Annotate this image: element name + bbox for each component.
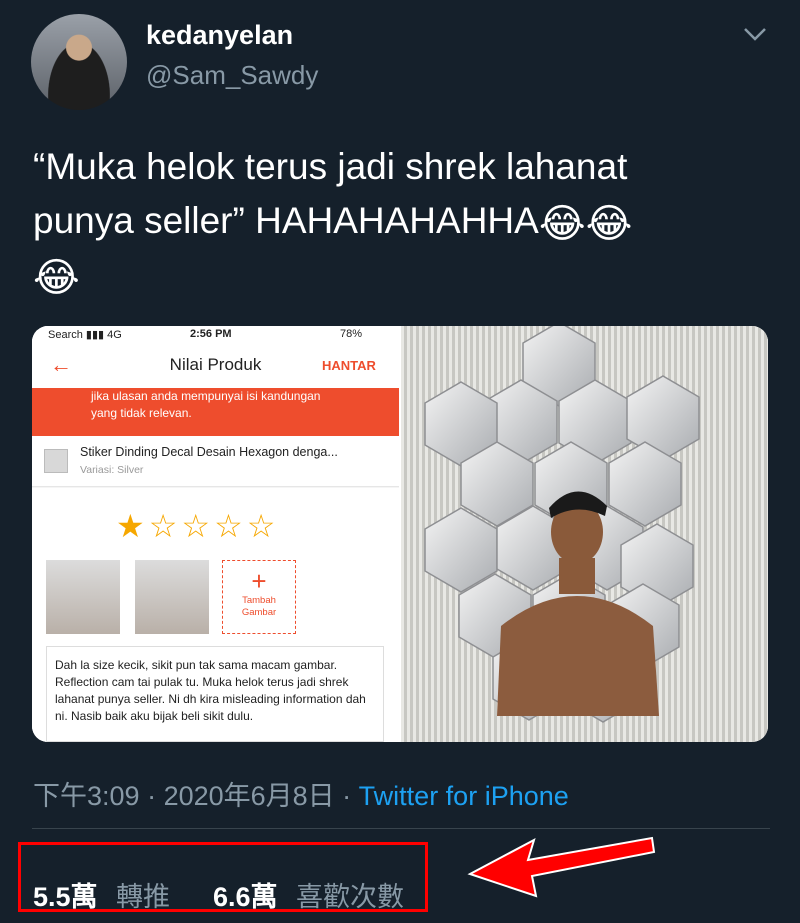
star-rating: ★☆☆☆☆	[116, 508, 279, 544]
retweets-count[interactable]: 5.5萬	[33, 875, 98, 914]
review-screenshot[interactable]: Search ▮▮▮ 4G 2:56 PM 78% ← Nilai Produk…	[32, 326, 399, 742]
tweet-time[interactable]: 下午3:09	[33, 781, 140, 811]
rating-section: ★☆☆☆☆ + Tambah Gambar Dah la size kecik,…	[32, 488, 399, 742]
avatar[interactable]	[31, 14, 127, 110]
tweet-media[interactable]: Search ▮▮▮ 4G 2:56 PM 78% ← Nilai Produk…	[32, 326, 768, 742]
product-name: Stiker Dinding Decal Desain Hexagon deng…	[80, 445, 338, 459]
warning-banner: jika ulasan anda mempunyai isi kandungan…	[32, 388, 399, 436]
product-thumbnail	[44, 449, 68, 473]
star-filled-icon: ★	[116, 508, 149, 544]
author-display-name[interactable]: kedanyelan	[146, 20, 293, 51]
author-handle[interactable]: @Sam_Sawdy	[146, 60, 318, 91]
status-time: 2:56 PM	[190, 328, 232, 340]
product-row: Stiker Dinding Decal Desain Hexagon deng…	[32, 436, 399, 487]
likes-label[interactable]: 喜歡次數	[296, 875, 404, 914]
tweet-meta: 下午3:09 · 2020年6月8日 · Twitter for iPhone	[33, 774, 569, 813]
add-photo-line-2: Gambar	[241, 607, 277, 618]
status-battery: 78%	[340, 328, 363, 340]
likes-count[interactable]: 6.6萬	[213, 875, 278, 914]
mirror-photo[interactable]	[401, 326, 768, 742]
review-photo	[135, 560, 209, 634]
status-carrier: Search ▮▮▮ 4G	[48, 329, 122, 341]
banner-line-1: jika ulasan anda mempunyai isi kandungan	[91, 389, 321, 403]
chevron-down-icon[interactable]	[742, 24, 768, 44]
hexagon-mirrors	[424, 326, 700, 723]
tweet-date[interactable]: 2020年6月8日	[164, 781, 335, 811]
meta-separator: ·	[334, 781, 359, 811]
tweet-text: “Muka helok terus jadi shrek lahanat pun…	[33, 140, 773, 302]
tweet-line-2: punya seller” HAHAHAHAHHA	[33, 200, 539, 241]
plus-icon: +	[251, 566, 267, 596]
add-photo-tile: + Tambah Gambar	[222, 560, 296, 634]
star-empty-icon: ☆☆☆☆	[148, 508, 280, 544]
phone-status-bar: Search ▮▮▮ 4G 2:56 PM 78%	[32, 326, 399, 342]
app-bar: ← Nilai Produk HANTAR	[32, 342, 399, 388]
submit-label: HANTAR	[322, 358, 376, 373]
red-arrow-icon	[467, 836, 656, 898]
review-photo	[46, 560, 120, 634]
tweet-source-link[interactable]: Twitter for iPhone	[359, 781, 569, 811]
divider	[32, 828, 770, 829]
retweets-label[interactable]: 轉推	[116, 875, 170, 914]
meta-separator: ·	[139, 781, 164, 811]
banner-line-2: yang tidak relevan.	[91, 406, 192, 420]
laughing-tears-emoji: 😂	[33, 256, 80, 300]
laughing-tears-emoji: 😂😂	[538, 202, 633, 246]
product-variant: Variasi: Silver	[80, 464, 144, 476]
review-text: Dah la size kecik, sikit pun tak sama ma…	[46, 646, 384, 742]
engagement-stats-highlight: 5.5萬 轉推 6.6萬 喜歡次數	[18, 842, 428, 912]
add-photo-line-1: Tambah	[242, 595, 276, 606]
tweet-line-1: “Muka helok terus jadi shrek lahanat	[33, 146, 628, 187]
